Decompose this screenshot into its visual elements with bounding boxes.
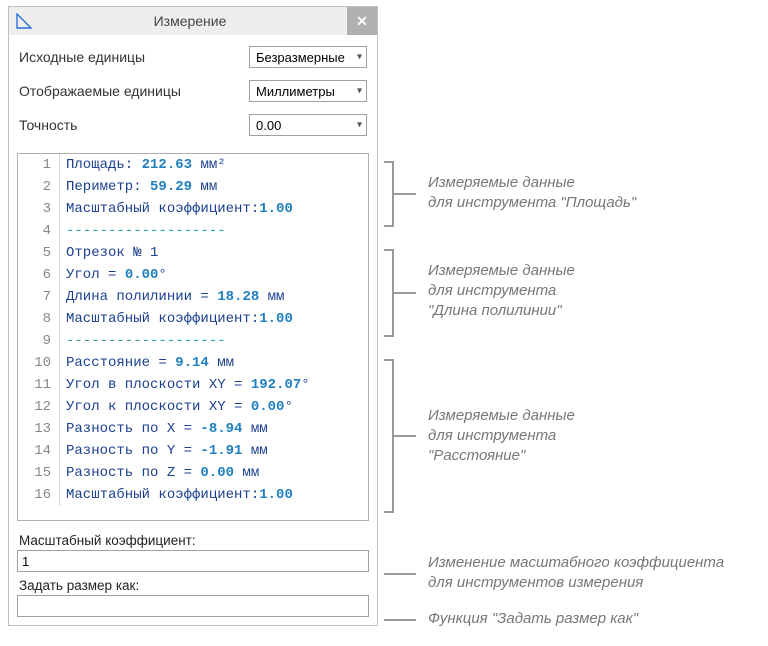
results-line: Масштабный коэффициент:1.00 xyxy=(60,484,293,506)
set-size-input[interactable] xyxy=(17,595,369,617)
results-line: Разность по Z = 0.00 мм xyxy=(60,462,259,484)
results-line: Масштабный коэффициент:1.00 xyxy=(60,308,293,330)
results-line: Отрезок № 1 xyxy=(60,242,158,264)
annotation-distance: Измеряемые данные для инструмента "Расст… xyxy=(428,406,575,466)
line-number: 11 xyxy=(18,374,60,396)
line-number: 9 xyxy=(18,330,60,352)
results-line: Угол в плоскости XY = 192.07° xyxy=(60,374,310,396)
results-line: Угол = 0.00° xyxy=(60,264,167,286)
options-panel: Исходные единицы Безразмерные ▾ Отобража… xyxy=(9,35,377,153)
results-line: ------------------- xyxy=(60,220,226,242)
results-row: 2Периметр: 59.29 мм xyxy=(18,176,368,198)
bracket-1 xyxy=(384,161,394,227)
display-units-label: Отображаемые единицы xyxy=(19,83,249,99)
results-row: 3Масштабный коэффициент:1.00 xyxy=(18,198,368,220)
bracket-2 xyxy=(384,249,394,337)
results-row: 14Разность по Y = -1.91 мм xyxy=(18,440,368,462)
line-number: 8 xyxy=(18,308,60,330)
annotation-area: Измеряемые данные для инструмента "Площа… xyxy=(428,173,636,213)
line-number: 7 xyxy=(18,286,60,308)
set-size-label: Задать размер как: xyxy=(17,576,369,595)
line-number: 10 xyxy=(18,352,60,374)
precision-value: 0.00 xyxy=(256,118,281,133)
measurement-dialog: Измерение ✕ Исходные единицы Безразмерны… xyxy=(8,6,378,626)
close-icon: ✕ xyxy=(356,13,368,30)
line-number: 5 xyxy=(18,242,60,264)
line-number: 4 xyxy=(18,220,60,242)
results-row: 9------------------- xyxy=(18,330,368,352)
close-button[interactable]: ✕ xyxy=(347,7,377,35)
source-units-label: Исходные единицы xyxy=(19,49,249,65)
annotation-setsize: Функция "Задать размер как" xyxy=(428,609,638,629)
results-line: Разность по Y = -1.91 мм xyxy=(60,440,268,462)
line-number: 3 xyxy=(18,198,60,220)
results-row: 4------------------- xyxy=(18,220,368,242)
precision-select[interactable]: 0.00 ▾ xyxy=(249,114,367,136)
results-line: Разность по X = -8.94 мм xyxy=(60,418,268,440)
line-number: 15 xyxy=(18,462,60,484)
chevron-down-icon: ▾ xyxy=(357,86,362,97)
annotation-tick-scale xyxy=(384,573,416,575)
bracket-3 xyxy=(384,359,394,513)
display-units-select[interactable]: Миллиметры ▾ xyxy=(249,80,367,102)
results-line: ------------------- xyxy=(60,330,226,352)
results-line: Масштабный коэффициент:1.00 xyxy=(60,198,293,220)
line-number: 1 xyxy=(18,154,60,176)
line-number: 6 xyxy=(18,264,60,286)
display-units-value: Миллиметры xyxy=(256,84,335,99)
results-row: 12Угол к плоскости XY = 0.00° xyxy=(18,396,368,418)
results-row: 8Масштабный коэффициент:1.00 xyxy=(18,308,368,330)
results-row: 7Длина полилинии = 18.28 мм xyxy=(18,286,368,308)
annotation-polyline: Измеряемые данные для инструмента "Длина… xyxy=(428,261,575,321)
bracket-tick-2 xyxy=(394,292,416,294)
results-line: Расстояние = 9.14 мм xyxy=(60,352,234,374)
line-number: 16 xyxy=(18,484,60,506)
results-row: 15Разность по Z = 0.00 мм xyxy=(18,462,368,484)
results-line: Длина полилинии = 18.28 мм xyxy=(60,286,284,308)
results-row: 11Угол в плоскости XY = 192.07° xyxy=(18,374,368,396)
results-row: 13Разность по X = -8.94 мм xyxy=(18,418,368,440)
precision-label: Точность xyxy=(19,117,249,133)
window-title: Измерение xyxy=(33,13,347,29)
results-row: 1Площадь: 212.63 мм² xyxy=(18,154,368,176)
bracket-tick-1 xyxy=(394,193,416,195)
scale-coeff-label: Масштабный коэффициент: xyxy=(17,531,369,550)
titlebar: Измерение ✕ xyxy=(9,7,377,35)
results-line: Периметр: 59.29 мм xyxy=(60,176,217,198)
results-line: Угол к плоскости XY = 0.00° xyxy=(60,396,293,418)
line-number: 13 xyxy=(18,418,60,440)
bracket-tick-3 xyxy=(394,435,416,437)
results-row: 16Масштабный коэффициент:1.00 xyxy=(18,484,368,506)
precision-row: Точность 0.00 ▾ xyxy=(19,113,367,137)
source-units-value: Безразмерные xyxy=(256,50,345,65)
results-line: Площадь: 212.63 мм² xyxy=(60,154,226,176)
source-units-select[interactable]: Безразмерные ▾ xyxy=(249,46,367,68)
chevron-down-icon: ▾ xyxy=(357,120,362,131)
scale-coeff-input[interactable] xyxy=(17,550,369,572)
ruler-icon xyxy=(15,12,33,30)
line-number: 2 xyxy=(18,176,60,198)
display-units-row: Отображаемые единицы Миллиметры ▾ xyxy=(19,79,367,103)
source-units-row: Исходные единицы Безразмерные ▾ xyxy=(19,45,367,69)
line-number: 14 xyxy=(18,440,60,462)
results-box: 1Площадь: 212.63 мм²2Периметр: 59.29 мм3… xyxy=(17,153,369,521)
results-row: 10Расстояние = 9.14 мм xyxy=(18,352,368,374)
annotation-tick-setsize xyxy=(384,619,416,621)
results-row: 5Отрезок № 1 xyxy=(18,242,368,264)
bottom-panel: Масштабный коэффициент: Задать размер ка… xyxy=(9,527,377,625)
results-row: 6Угол = 0.00° xyxy=(18,264,368,286)
line-number: 12 xyxy=(18,396,60,418)
chevron-down-icon: ▾ xyxy=(357,52,362,63)
annotation-scale: Изменение масштабного коэффициента для и… xyxy=(428,553,724,593)
